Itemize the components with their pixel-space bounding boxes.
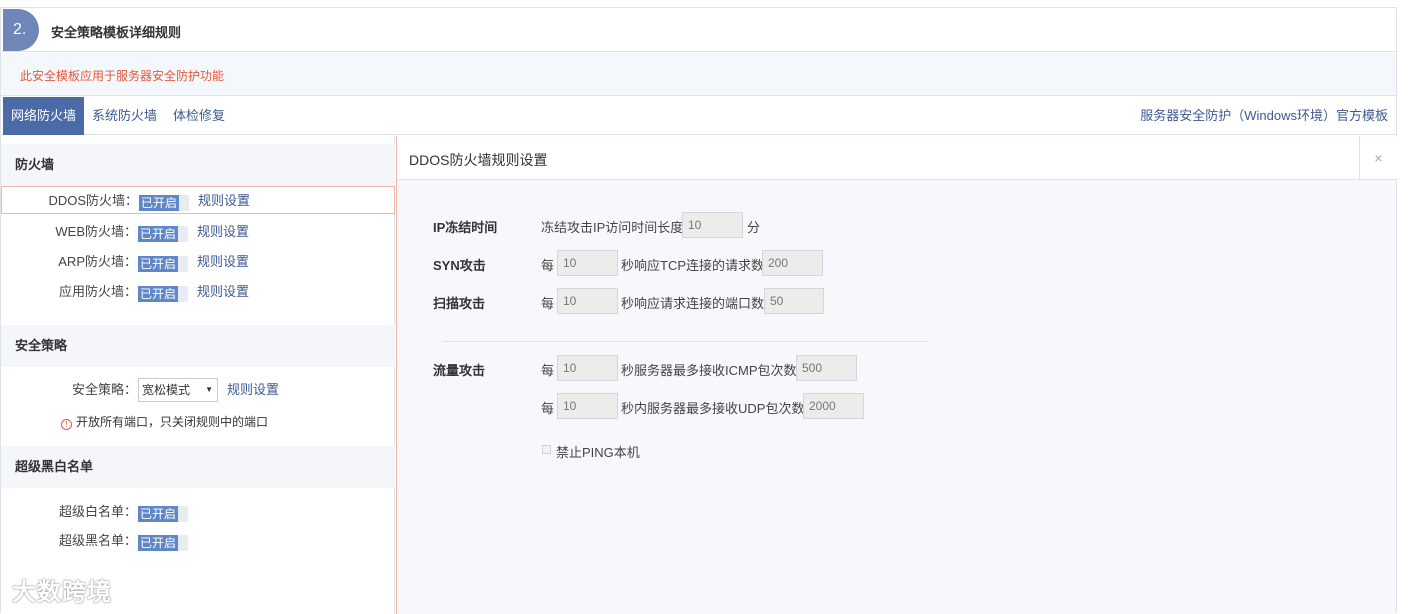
watermark-logo: 大数跨境 [12,579,112,606]
panel-title: DDOS防火墙规则设置 [409,152,548,168]
section-security-policy: 安全策略 [1,325,395,367]
policy-rule-settings-link[interactable]: 规则设置 [227,376,279,404]
policy-select-value: 宽松模式 [142,383,191,397]
ping-label: 禁止PING本机 [556,445,640,460]
firewall-row-web: WEB防火墙： 已开启 规则设置 [1,218,395,246]
left-panel: 防火墙 DDOS防火墙： 已开启 规则设置 WEB防火墙： 已开启 规则设置 A… [1,136,395,614]
flow-label: 流量攻击 [433,363,486,378]
udp-text: 秒内服务器最多接收UDP包次数 [621,401,805,416]
firewall-label: 应用防火墙： [58,284,137,299]
status-badge: 已开启 [138,506,188,522]
section-firewall: 防火墙 [1,144,395,186]
syn-label: SYN攻击 [433,258,486,273]
whitelist-label: 超级白名单： [58,504,137,519]
policy-row: 安全策略： 宽松模式 ▼ 规则设置 [1,376,395,404]
ip-freeze-unit: 分 [747,220,761,235]
panel-header: DDOS防火墙规则设置 × [397,136,1397,180]
policy-label: 安全策略： [71,382,137,397]
ip-freeze-label: IP冻结时间 [433,220,498,235]
blacklist-row: 超级黑名单： 已开启 [1,527,395,555]
section-blackwhite-list: 超级黑白名单 [1,446,395,488]
step-number-badge: 2. [3,9,39,51]
firewall-label: WEB防火墙： [55,224,137,239]
status-badge: 已开启 [138,256,188,272]
scan-text: 秒响应请求连接的端口数 [621,296,765,311]
tab-health-repair[interactable]: 体检修复 [173,97,225,135]
notice-bar: 此安全模板应用于服务器安全防护功能 [1,53,1396,96]
ddos-rules-panel: DDOS防火墙规则设置 × IP冻结时间 冻结攻击IP访问时间长度 10 分 S… [396,136,1397,614]
close-icon[interactable]: × [1359,136,1397,180]
syn-value-input[interactable]: 200 [762,250,823,276]
syn-per: 每 [541,258,555,273]
warning-icon: ! [61,419,72,430]
status-badge: 已开启 [138,226,188,242]
scan-per: 每 [541,296,555,311]
firewall-label: ARP防火墙： [58,254,137,269]
rule-settings-link[interactable]: 规则设置 [197,278,249,306]
section-divider [442,341,928,342]
firewall-row-ddos: DDOS防火墙： 已开启 规则设置 [1,186,395,214]
blacklist-label: 超级黑名单： [58,533,137,548]
notice-text: 此安全模板应用于服务器安全防护功能 [20,69,225,83]
template-name-link[interactable]: 服务器安全防护（Windows环境）官方模板 [1140,97,1388,135]
caret-down-icon: ▼ [205,385,213,394]
ip-freeze-text: 冻结攻击IP访问时间长度 [541,220,684,235]
scan-value-input[interactable]: 50 [764,288,824,314]
whitelist-row: 超级白名单： 已开启 [1,498,395,526]
ip-freeze-input[interactable]: 10 [682,212,743,238]
udp-value-input[interactable]: 2000 [803,393,864,419]
status-badge: 已开启 [139,195,189,211]
udp-per: 每 [541,401,555,416]
policy-warning: ! 开放所有端口，只关闭规则中的端口 [61,413,268,430]
step-header: 2. 安全策略模板详细规则 [1,8,1396,52]
tab-system-firewall[interactable]: 系统防火墙 [92,97,157,135]
template-rules-frame: 2. 安全策略模板详细规则 此安全模板应用于服务器安全防护功能 网络防火墙 系统… [0,7,1397,614]
rule-settings-link[interactable]: 规则设置 [197,218,249,246]
flow-text: 秒服务器最多接收ICMP包次数 [621,363,797,378]
flow-seconds-input[interactable]: 10 [557,355,618,381]
policy-select[interactable]: 宽松模式 ▼ [138,378,218,402]
scan-label: 扫描攻击 [433,296,486,311]
policy-warning-text: 开放所有端口，只关闭规则中的端口 [76,415,269,429]
scan-seconds-input[interactable]: 10 [557,288,618,314]
flow-value-input[interactable]: 500 [796,355,857,381]
ping-checkbox[interactable] [542,445,551,454]
rule-settings-link[interactable]: 规则设置 [198,187,250,215]
syn-text: 秒响应TCP连接的请求数 [621,258,765,273]
tab-bar: 网络防火墙 系统防火墙 体检修复 服务器安全防护（Windows环境）官方模板 [1,97,1396,135]
status-badge: 已开启 [138,286,188,302]
tab-network-firewall[interactable]: 网络防火墙 [3,97,85,135]
udp-seconds-input[interactable]: 10 [557,393,618,419]
flow-per: 每 [541,363,555,378]
step-title: 安全策略模板详细规则 [51,25,182,40]
firewall-row-app: 应用防火墙： 已开启 规则设置 [1,278,395,306]
firewall-row-arp: ARP防火墙： 已开启 规则设置 [1,248,395,276]
status-badge: 已开启 [138,535,188,551]
rule-settings-link[interactable]: 规则设置 [197,248,249,276]
syn-seconds-input[interactable]: 10 [557,250,618,276]
firewall-label: DDOS防火墙： [48,193,138,208]
